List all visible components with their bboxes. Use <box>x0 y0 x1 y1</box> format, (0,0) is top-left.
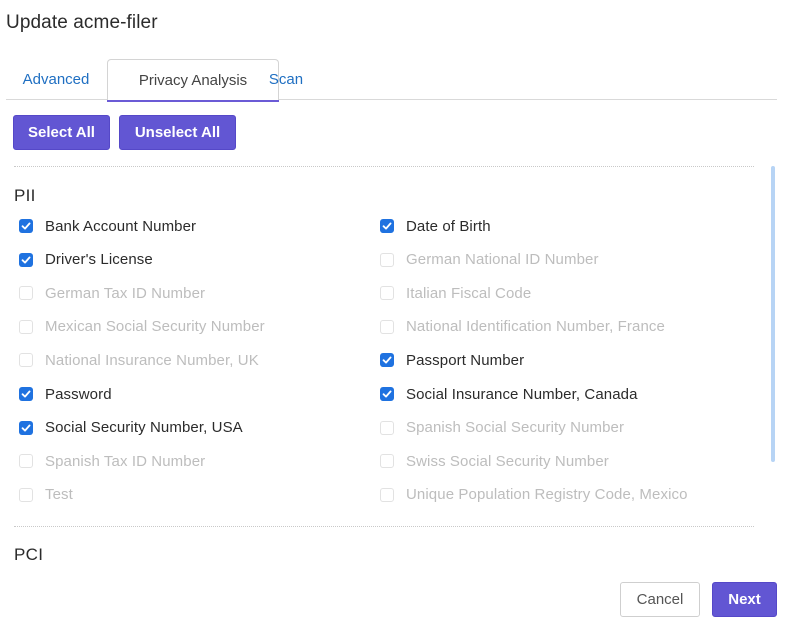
pii-option-label: Bank Account Number <box>45 217 197 235</box>
pii-option[interactable]: Test <box>19 485 73 505</box>
unselect-all-button[interactable]: Unselect All <box>119 115 236 150</box>
checkbox-checked-icon[interactable] <box>19 252 33 267</box>
checkbox-unchecked-icon[interactable] <box>380 252 394 267</box>
checkbox-unchecked-icon[interactable] <box>380 319 394 334</box>
pii-option-label: National Identification Number, France <box>406 318 665 336</box>
checkbox-unchecked-icon[interactable] <box>19 319 33 334</box>
pii-option-label: Social Security Number, USA <box>45 419 243 437</box>
pii-option[interactable]: Mexican Social Security Number <box>19 317 265 337</box>
checkbox-unchecked-icon[interactable] <box>19 353 33 368</box>
pii-option-label: Passport Number <box>406 351 525 369</box>
checkbox-unchecked-icon[interactable] <box>19 454 33 469</box>
pii-option[interactable]: National Insurance Number, UK <box>19 350 259 370</box>
section-title-pii: PII <box>14 186 36 205</box>
checkbox-unchecked-icon[interactable] <box>380 286 394 301</box>
checkbox-checked-icon[interactable] <box>19 420 33 435</box>
pii-option[interactable]: Date of Birth <box>380 216 491 236</box>
pii-option[interactable]: Passport Number <box>380 350 524 370</box>
pii-option-label: Spanish Social Security Number <box>406 419 625 437</box>
checkbox-checked-icon[interactable] <box>19 219 33 233</box>
pii-option[interactable]: Spanish Tax ID Number <box>19 451 205 471</box>
tab-scan[interactable]: Scan <box>256 59 316 100</box>
checkbox-unchecked-icon[interactable] <box>380 454 394 469</box>
tab-bar: Advanced Privacy Analysis Scan <box>6 59 777 102</box>
pii-option[interactable]: Italian Fiscal Code <box>380 283 531 303</box>
section-title-pci: PCI <box>14 545 44 564</box>
pii-option-label: Swiss Social Security Number <box>406 452 609 470</box>
scrollbar[interactable] <box>771 166 775 462</box>
select-all-button[interactable]: Select All <box>13 115 110 150</box>
pii-option[interactable]: German Tax ID Number <box>19 283 205 303</box>
pii-option-label: Mexican Social Security Number <box>45 318 265 336</box>
checkbox-unchecked-icon[interactable] <box>380 420 394 435</box>
checkbox-checked-icon[interactable] <box>19 387 33 401</box>
tab-privacy-analysis[interactable]: Privacy Analysis <box>107 59 279 102</box>
pii-option-label: German National ID Number <box>406 251 599 269</box>
section-divider <box>14 526 754 527</box>
checkbox-unchecked-icon[interactable] <box>19 487 33 502</box>
next-button[interactable]: Next <box>712 582 777 617</box>
pii-option-label: German Tax ID Number <box>45 284 206 302</box>
tab-advanced[interactable]: Advanced <box>6 59 106 100</box>
pii-option[interactable]: Social Insurance Number, Canada <box>380 384 638 404</box>
pii-option[interactable]: Bank Account Number <box>19 216 196 236</box>
pii-option-label: Italian Fiscal Code <box>406 284 532 302</box>
pii-option[interactable]: German National ID Number <box>380 250 599 270</box>
pii-option-label: National Insurance Number, UK <box>45 351 259 369</box>
pii-option[interactable]: Password <box>19 384 112 404</box>
pii-option-label: Test <box>45 486 73 504</box>
pii-option-label: Date of Birth <box>406 217 491 235</box>
section-divider <box>14 166 754 167</box>
pii-option[interactable]: Unique Population Registry Code, Mexico <box>380 485 688 505</box>
pii-option[interactable]: National Identification Number, France <box>380 317 665 337</box>
pii-option[interactable]: Swiss Social Security Number <box>380 451 609 471</box>
checkbox-unchecked-icon[interactable] <box>380 487 394 502</box>
pii-option-label: Social Insurance Number, Canada <box>406 385 638 403</box>
checkbox-checked-icon[interactable] <box>380 387 394 401</box>
pii-option[interactable]: Driver's License <box>19 250 153 270</box>
pii-option-label: Unique Population Registry Code, Mexico <box>406 486 688 504</box>
checkbox-checked-icon[interactable] <box>380 353 394 368</box>
cancel-button[interactable]: Cancel <box>620 582 700 617</box>
pii-option-label: Password <box>45 385 112 403</box>
pii-option[interactable]: Spanish Social Security Number <box>380 418 624 438</box>
dialog-title: Update acme-filer <box>6 12 158 33</box>
pii-option[interactable]: Social Security Number, USA <box>19 418 243 438</box>
checkbox-unchecked-icon[interactable] <box>19 286 33 301</box>
checkbox-checked-icon[interactable] <box>380 219 394 233</box>
pii-option-label: Spanish Tax ID Number <box>45 452 206 470</box>
pii-option-label: Driver's License <box>45 251 153 269</box>
